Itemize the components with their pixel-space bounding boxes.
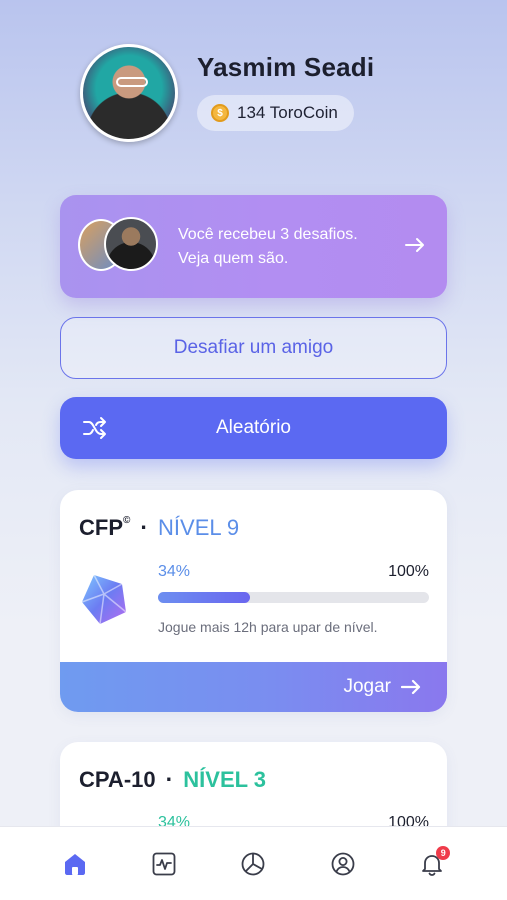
copyright-mark: © bbox=[123, 514, 131, 526]
separator-dot: · bbox=[140, 514, 149, 540]
coin-icon: $ bbox=[211, 104, 229, 122]
progress-percent: 34% bbox=[158, 563, 191, 580]
nav-profile[interactable] bbox=[326, 847, 360, 881]
profile-header: Yasmim Seadi $ 134 ToroCoin bbox=[80, 44, 440, 144]
arrow-right-icon bbox=[405, 233, 425, 259]
bottom-nav: 9 bbox=[0, 826, 507, 900]
challenge-friend-button[interactable]: Desafiar um amigo bbox=[60, 317, 447, 379]
activity-icon bbox=[152, 852, 176, 875]
coin-balance[interactable]: $ 134 ToroCoin bbox=[197, 95, 354, 131]
notification-badge: 9 bbox=[436, 845, 451, 860]
progress-max: 100% bbox=[388, 563, 429, 580]
challenger-avatar bbox=[104, 217, 158, 271]
card-header: CPA-10 · NÍVEL 3 bbox=[79, 766, 266, 793]
challenges-message-line2: Veja quem são. bbox=[178, 250, 289, 267]
chart-icon bbox=[242, 852, 265, 875]
arrow-right-icon bbox=[401, 679, 421, 695]
separator-dot: · bbox=[165, 766, 174, 792]
user-name: Yasmim Seadi bbox=[197, 52, 375, 82]
nav-stats[interactable] bbox=[236, 847, 270, 881]
course-name: CFP© bbox=[79, 514, 131, 540]
level-label: NÍVEL 9 bbox=[158, 515, 240, 540]
random-challenge-label: Aleatório bbox=[216, 417, 291, 438]
level-label: NÍVEL 3 bbox=[183, 767, 267, 792]
avatar-glasses bbox=[116, 77, 148, 87]
course-name: CPA-10 bbox=[79, 767, 156, 792]
challenges-received-banner[interactable]: Você recebeu 3 desafios. Veja quem são. bbox=[60, 195, 447, 298]
progress-bar-fill bbox=[158, 592, 251, 603]
nav-activity[interactable] bbox=[147, 847, 181, 881]
avatar[interactable] bbox=[80, 44, 178, 142]
level-hint: Jogue mais 12h para upar de nível. bbox=[158, 619, 378, 635]
profile-icon bbox=[331, 852, 355, 875]
challenges-message-line1: Você recebeu 3 desafios. bbox=[178, 226, 358, 243]
home-icon bbox=[64, 853, 85, 875]
gem-icon bbox=[81, 574, 127, 625]
play-label: Jogar bbox=[343, 676, 391, 697]
card-header: CFP© · NÍVEL 9 bbox=[79, 514, 239, 541]
level-card-cfp: CFP© · NÍVEL 9 34% 100% Jogue mais 12h p… bbox=[60, 490, 447, 712]
random-challenge-button[interactable]: Aleatório bbox=[60, 397, 447, 459]
coin-balance-label: 134 ToroCoin bbox=[237, 103, 338, 122]
play-button[interactable]: Jogar bbox=[60, 662, 447, 712]
challenges-message: Você recebeu 3 desafios. Veja quem são. bbox=[178, 223, 388, 271]
progress-bar bbox=[158, 592, 429, 603]
nav-home[interactable] bbox=[58, 847, 92, 881]
nav-notifications[interactable]: 9 bbox=[415, 845, 451, 881]
shuffle-icon bbox=[83, 417, 106, 439]
